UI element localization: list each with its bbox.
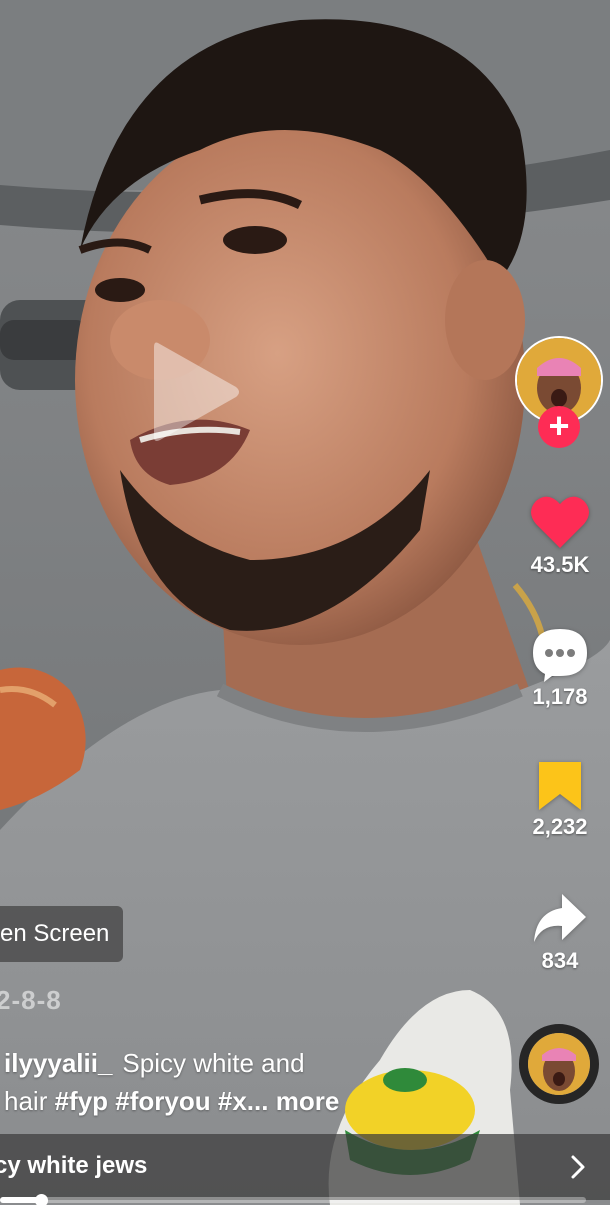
play-icon[interactable]: [150, 337, 242, 447]
bookmark-count: 2,232: [532, 814, 588, 839]
hashtag-truncated[interactable]: #x...: [218, 1086, 269, 1116]
green-screen-effect-pill[interactable]: en Screen: [0, 906, 124, 962]
share-button[interactable]: 834: [510, 890, 610, 974]
hashtag-foryou[interactable]: #foryou: [115, 1086, 210, 1116]
like-button[interactable]: 43.5K: [510, 494, 610, 578]
share-count: 834: [541, 948, 579, 973]
video-progress-knob[interactable]: [35, 1194, 49, 1205]
green-screen-label: en Screen: [0, 920, 110, 947]
chevron-right-icon: [571, 1155, 585, 1179]
sound-disc[interactable]: [519, 1024, 599, 1104]
caption-text-2: hair: [4, 1086, 48, 1116]
plus-icon[interactable]: +: [538, 406, 580, 448]
caption-line-1: ilyyyalii_ Spicy white and: [4, 1044, 404, 1082]
comment-bubble-icon: [533, 629, 587, 682]
caption-line-2: hair #fyp #foryou #x... more: [4, 1082, 404, 1120]
heart-icon: [531, 496, 589, 548]
share-arrow-icon: [534, 894, 586, 942]
sound-bar[interactable]: cy white jews: [0, 1134, 610, 1200]
comment-count: 1,178: [532, 684, 588, 709]
action-rail: + 43.5K 1,178 2,232 834: [510, 0, 610, 1205]
video-progress-track[interactable]: [0, 1194, 586, 1205]
caption-text-1: Spicy white and: [122, 1048, 305, 1078]
hashtag-fyp[interactable]: #fyp: [55, 1086, 108, 1116]
bookmark-button[interactable]: 2,232: [510, 760, 610, 840]
caption: ilyyyalii_ Spicy white and hair #fyp #for…: [4, 1044, 404, 1120]
like-count: 43.5K: [530, 552, 590, 577]
author-username[interactable]: ilyyyalii_: [4, 1048, 112, 1078]
sound-title: cy white jews: [0, 1152, 148, 1179]
video-player[interactable]: en Screen 2-8-8 ilyyyalii_ Spicy white an…: [0, 0, 610, 1205]
sound-disc-image: [528, 1033, 590, 1095]
post-date: 2-8-8: [0, 985, 62, 1015]
comment-button[interactable]: 1,178: [510, 626, 610, 710]
creator-avatar-button[interactable]: +: [515, 336, 603, 448]
caption-more-button[interactable]: more: [276, 1086, 340, 1116]
bookmark-icon: [539, 762, 581, 810]
